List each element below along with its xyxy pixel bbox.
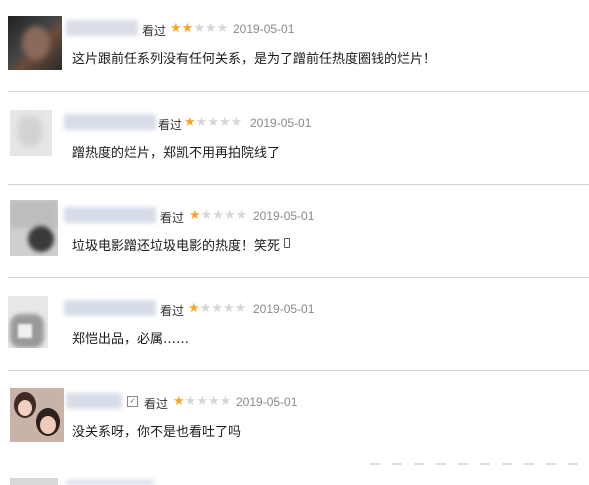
watch-status: 看过 <box>144 397 169 411</box>
divider <box>370 463 589 465</box>
star-empty-icon: ★ <box>200 208 213 223</box>
star-empty-icon: ★ <box>212 208 224 223</box>
username[interactable] <box>64 114 156 130</box>
comment-date: 2019-05-01 <box>233 22 295 36</box>
star-filled-icon: ★ <box>189 208 201 223</box>
comment-text: 蹭热度的烂片，郑凯不用再拍院线了 <box>72 146 281 161</box>
divider <box>8 277 589 278</box>
star-empty-icon: ★ <box>222 301 235 316</box>
emoji-icon <box>284 238 290 248</box>
star-empty-icon: ★ <box>223 208 236 223</box>
star-empty-icon: ★ <box>235 208 248 223</box>
divider <box>8 370 589 371</box>
rating-stars: ★★★★★ <box>189 209 247 223</box>
comment-date: 2019-05-01 <box>253 209 315 223</box>
star-empty-icon: ★ <box>196 394 208 409</box>
avatar[interactable] <box>8 296 48 348</box>
avatar[interactable] <box>8 16 62 70</box>
rating-stars: ★★★★★ <box>188 302 246 316</box>
star-empty-icon: ★ <box>195 115 208 130</box>
divider <box>8 184 589 185</box>
avatar[interactable] <box>10 388 64 442</box>
comment-text: 这片跟前任系列没有任何关系，是为了蹭前任热度圈钱的烂片！ <box>72 52 437 67</box>
star-empty-icon: ★ <box>184 394 197 409</box>
username[interactable] <box>66 480 154 485</box>
comment-date: 2019-05-01 <box>250 116 312 130</box>
star-filled-icon: ★ <box>184 115 196 130</box>
avatar[interactable] <box>10 200 58 256</box>
username[interactable] <box>66 393 122 409</box>
username[interactable] <box>64 300 156 316</box>
star-filled-icon: ★ <box>170 21 182 36</box>
comment-date: 2019-05-01 <box>236 395 298 409</box>
star-filled-icon: ★ <box>173 394 185 409</box>
watch-status: 看过 <box>160 304 185 318</box>
avatar[interactable] <box>10 478 58 485</box>
star-empty-icon: ★ <box>207 115 219 130</box>
rating-stars: ★★★★★ <box>173 395 231 409</box>
star-empty-icon: ★ <box>218 115 231 130</box>
star-empty-icon: ★ <box>219 394 232 409</box>
star-empty-icon: ★ <box>234 301 247 316</box>
star-empty-icon: ★ <box>193 21 205 36</box>
comment-text: 没关系呀，你不是也看吐了吗 <box>72 425 242 440</box>
star-empty-icon: ★ <box>216 21 229 36</box>
star-empty-icon: ★ <box>230 115 243 130</box>
star-empty-icon: ★ <box>204 21 217 36</box>
star-filled-icon: ★ <box>181 21 194 36</box>
watch-status: 看过 <box>160 211 185 225</box>
comment-list: 看过 ★★★★★ 2019-05-01 这片跟前任系列没有任何关系，是为了蹭前任… <box>0 0 589 485</box>
star-empty-icon: ★ <box>199 301 212 316</box>
username[interactable] <box>66 20 138 36</box>
comment-text: 垃圾电影蹭还垃圾电影的热度！笑死 <box>72 239 281 254</box>
comment-date: 2019-05-01 <box>253 302 315 316</box>
watch-status: 看过 <box>158 118 183 132</box>
rating-stars: ★★★★★ <box>170 22 228 36</box>
star-empty-icon: ★ <box>211 301 223 316</box>
rating-stars: ★★★★★ <box>184 116 242 130</box>
star-filled-icon: ★ <box>188 301 200 316</box>
divider <box>8 91 589 92</box>
avatar[interactable] <box>10 110 52 156</box>
watch-status: 看过 <box>142 24 167 38</box>
verified-badge-icon: ✓ <box>127 396 138 407</box>
star-empty-icon: ★ <box>207 394 220 409</box>
comment-text: 郑恺出品，必属…… <box>72 332 190 347</box>
username[interactable] <box>64 207 156 223</box>
